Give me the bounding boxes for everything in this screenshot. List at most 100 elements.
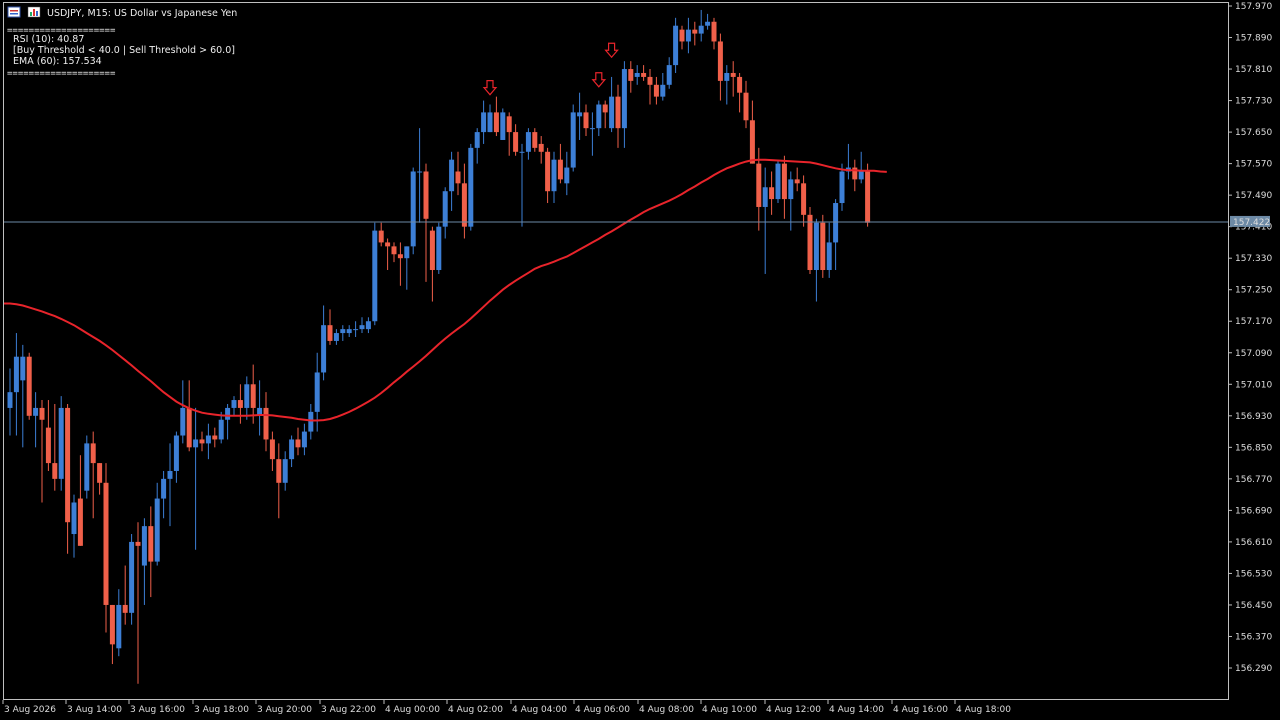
- time-tick-label: 4 Aug 14:00: [829, 705, 884, 715]
- time-tick-label: 3 Aug 16:00: [130, 705, 185, 715]
- candle-body: [218, 419, 224, 440]
- candle-body: [570, 112, 576, 168]
- candle-body: [269, 439, 275, 460]
- candle-body: [807, 214, 813, 271]
- price-chart[interactable]: 157.970 157.890 157.810 157.730 157.650 157.5…: [0, 0, 1280, 720]
- candle: [58, 396, 64, 491]
- candle-body: [621, 69, 627, 129]
- candle-body: [519, 151, 525, 153]
- candle-body: [359, 325, 365, 330]
- price-tick-label: 156.370: [1235, 632, 1272, 642]
- candle-body: [820, 222, 826, 271]
- candle-body: [122, 604, 128, 613]
- candle-body: [372, 230, 378, 322]
- candle-body: [7, 392, 13, 408]
- candle-body: [506, 116, 512, 133]
- time-tick-label: 3 Aug 20:00: [257, 705, 312, 715]
- candle: [500, 108, 506, 140]
- candle-body: [801, 183, 807, 215]
- candle-body: [615, 96, 621, 129]
- candle-body: [321, 325, 327, 373]
- candle-body: [237, 400, 243, 408]
- candle-body: [327, 325, 333, 341]
- candle-body: [263, 407, 269, 440]
- ema-readout: EMA (60): 157.534: [13, 56, 102, 67]
- price-tick-label: 156.450: [1235, 601, 1272, 611]
- candle-body: [833, 203, 839, 243]
- candle-body: [788, 179, 794, 200]
- chart-background: [0, 0, 1280, 720]
- candle-body: [423, 171, 429, 219]
- candle: [673, 17, 679, 73]
- candle-body: [628, 69, 634, 81]
- candle-body: [404, 246, 410, 259]
- rsi-readout: RSI (10): 40.87: [13, 34, 84, 45]
- candle-body: [282, 459, 288, 483]
- candle: [775, 159, 781, 204]
- candle-body: [39, 407, 45, 420]
- info-separator-bottom: ====================: [7, 69, 116, 79]
- candle-body: [596, 104, 602, 129]
- candle-body: [679, 29, 685, 42]
- time-tick-label: 3 Aug 14:00: [67, 705, 122, 715]
- candle-body: [20, 356, 26, 381]
- time-tick-label: 3 Aug 18:00: [194, 705, 249, 715]
- candle-body: [474, 132, 480, 148]
- price-tick-label: 157.010: [1235, 380, 1272, 390]
- candle-body: [148, 526, 154, 562]
- candle-body: [513, 132, 519, 152]
- candle-body: [417, 171, 423, 173]
- candle-body: [276, 459, 282, 483]
- candle-body: [589, 128, 595, 130]
- candle-body: [545, 151, 551, 192]
- candle-body: [141, 526, 147, 566]
- price-tick-label: 157.490: [1235, 191, 1272, 201]
- candle-body: [365, 321, 371, 330]
- price-tick-label: 156.690: [1235, 506, 1272, 516]
- candle-body: [154, 498, 160, 562]
- candle-body: [532, 132, 538, 148]
- candle-body: [577, 112, 583, 117]
- candle-body: [711, 21, 717, 42]
- candle-body: [609, 96, 615, 129]
- candle-body: [244, 384, 250, 408]
- candle-body: [538, 143, 544, 152]
- candle-body: [602, 104, 608, 113]
- candle-body: [666, 65, 672, 85]
- bar-chart-icon[interactable]: [27, 6, 41, 18]
- candle-body: [641, 72, 647, 77]
- time-tick-label: 4 Aug 18:00: [956, 705, 1011, 715]
- candle-body: [762, 187, 768, 207]
- candle-body: [749, 120, 755, 164]
- candle-body: [743, 92, 749, 121]
- candle-body: [717, 41, 723, 81]
- candle-body: [660, 84, 666, 97]
- time-tick-label: 3 Aug 2026: [4, 705, 56, 715]
- candle-body: [33, 407, 39, 416]
- threshold-readout: [Buy Threshold < 40.0 | Sell Threshold >…: [13, 45, 235, 56]
- candle-body: [397, 254, 403, 259]
- candle-body: [45, 427, 51, 464]
- chart-type-icon[interactable]: [7, 6, 21, 18]
- candle-body: [737, 76, 743, 93]
- candle-body: [295, 439, 301, 448]
- candle-body: [13, 356, 19, 393]
- candle-body: [71, 502, 77, 535]
- price-tick-label: 156.770: [1235, 475, 1272, 485]
- current-price-tag: 157.422: [1230, 215, 1270, 228]
- candle: [372, 222, 378, 326]
- candle-body: [250, 384, 256, 408]
- candle-body: [353, 329, 359, 331]
- price-tick-label: 156.530: [1235, 569, 1272, 579]
- candle-body: [391, 246, 397, 255]
- time-tick-label: 4 Aug 02:00: [448, 705, 503, 715]
- price-tick-label: 157.810: [1235, 65, 1272, 75]
- candle-body: [289, 439, 295, 460]
- price-tick-label: 157.250: [1235, 286, 1272, 296]
- candle: [436, 222, 442, 274]
- candle-body: [26, 356, 32, 416]
- candle-body: [865, 171, 871, 223]
- candle-body: [167, 470, 173, 479]
- candle-body: [813, 222, 819, 271]
- candle-body: [97, 463, 103, 483]
